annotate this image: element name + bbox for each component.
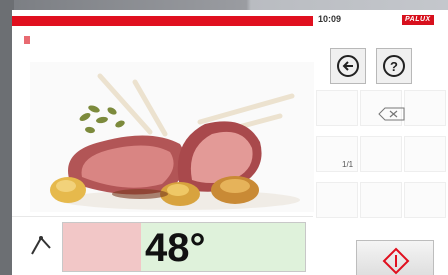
back-button[interactable] — [330, 48, 366, 84]
back-arrow-icon — [337, 55, 359, 77]
temperature-value: 48° — [145, 226, 206, 270]
control-panel: ? 1/1 — [314, 30, 448, 275]
divider — [12, 216, 313, 217]
backspace-icon — [378, 107, 405, 121]
status-indicator — [24, 36, 30, 44]
start-diamond-icon — [382, 247, 410, 275]
device-screen: 10:09 PALUX 48° ? 1/1 — [12, 10, 448, 275]
core-temperature-display[interactable]: 48° — [62, 222, 306, 272]
help-icon: ? — [383, 55, 405, 77]
progress-bar — [12, 16, 313, 26]
grid-cell — [404, 136, 446, 172]
temperature-fill — [63, 223, 141, 271]
svg-text:?: ? — [390, 59, 398, 74]
food-image — [50, 73, 300, 210]
brand-logo: PALUX — [402, 15, 434, 25]
grid-cell — [316, 182, 358, 218]
core-probe-icon[interactable] — [28, 232, 54, 258]
grid-cell — [360, 136, 402, 172]
clock: 10:09 — [318, 14, 342, 24]
grid-cell — [404, 90, 446, 126]
grid-cell — [360, 182, 402, 218]
grid-cell — [316, 90, 358, 126]
grid-cell — [404, 182, 446, 218]
page-indicator: 1/1 — [342, 160, 354, 169]
backspace-button[interactable] — [378, 107, 406, 121]
food-photo — [30, 62, 314, 212]
start-button[interactable] — [356, 240, 434, 275]
help-button[interactable]: ? — [376, 48, 412, 84]
